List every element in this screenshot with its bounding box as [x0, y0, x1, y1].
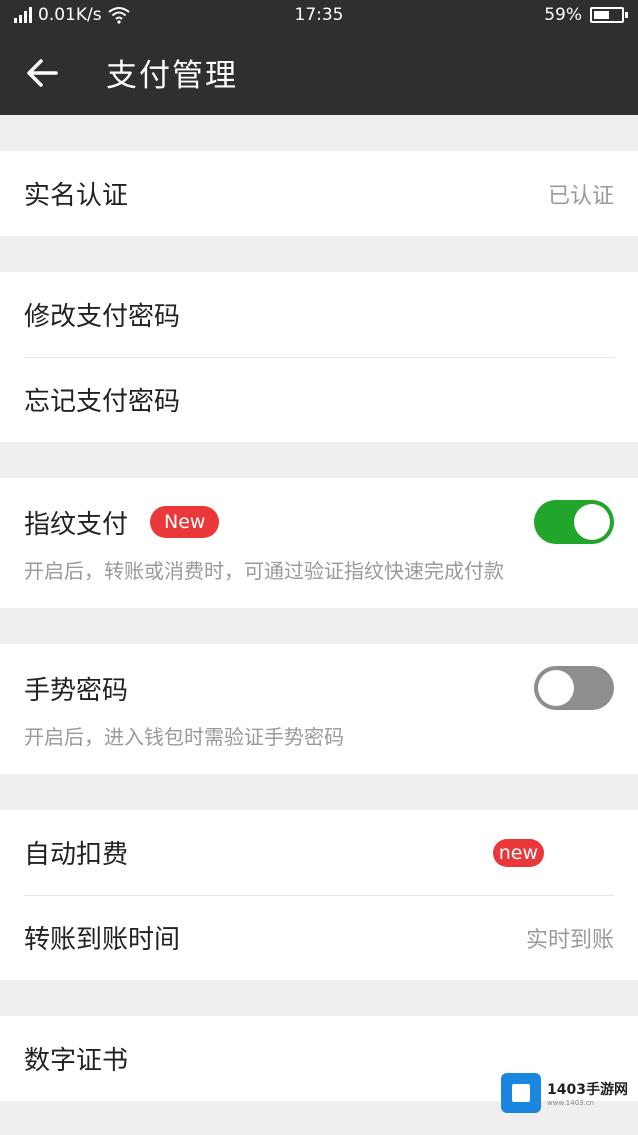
forgot-password-label: 忘记支付密码	[24, 387, 181, 417]
status-left: 0.01K/s	[14, 5, 130, 25]
page-title: 支付管理	[106, 58, 238, 94]
gesture-head: 手势密码	[24, 664, 614, 712]
watermark: 1403手游网 www.1403.cn	[501, 1073, 628, 1113]
transfer-time-value: 实时到账	[525, 927, 614, 953]
transfer-time-label: 转账到账时间	[24, 925, 181, 955]
arrow-left-icon	[27, 58, 58, 87]
gesture-password-row: 手势密码 开启后，进入钱包时需验证手势密码	[0, 644, 638, 774]
group-fingerprint: 指纹支付 New 开启后，转账或消费时，可通过验证指纹快速完成付款	[0, 478, 638, 608]
status-bar: 0.01K/s 17:35 59%	[0, 0, 638, 30]
group-gesture: 手势密码 开启后，进入钱包时需验证手势密码	[0, 644, 638, 774]
network-speed: 0.01K/s	[38, 5, 102, 25]
status-right: 59%	[544, 5, 628, 25]
status-time: 17:35	[294, 5, 344, 25]
app-bar: 支付管理	[0, 30, 638, 115]
battery-fill	[594, 11, 610, 19]
toggle-knob	[538, 670, 574, 706]
battery-icon	[590, 7, 628, 23]
group-password: 修改支付密码 忘记支付密码	[0, 272, 638, 442]
transfer-time-row[interactable]: 转账到账时间 实时到账	[0, 895, 638, 980]
gesture-label: 手势密码	[24, 675, 129, 706]
fingerprint-head: 指纹支付 New	[24, 498, 614, 546]
auto-deduction-label: 自动扣费	[24, 840, 129, 870]
back-button[interactable]	[0, 30, 84, 115]
watermark-subtitle: www.1403.cn	[547, 1099, 595, 1107]
real-name-verification-row[interactable]: 实名认证 已认证	[0, 151, 638, 236]
fingerprint-payment-row: 指纹支付 New 开启后，转账或消费时，可通过验证指纹快速完成付款	[0, 478, 638, 608]
real-name-label: 实名认证	[24, 181, 129, 211]
digital-certificate-label: 数字证书	[24, 1046, 129, 1076]
forgot-password-row[interactable]: 忘记支付密码	[0, 357, 638, 442]
auto-deduction-row[interactable]: 自动扣费 new	[0, 810, 638, 895]
gesture-description: 开启后，进入钱包时需验证手势密码	[24, 725, 344, 749]
change-password-row[interactable]: 修改支付密码	[0, 272, 638, 357]
gesture-toggle[interactable]	[534, 666, 614, 710]
watermark-logo-icon	[501, 1073, 542, 1113]
group-verification: 实名认证 已认证	[0, 151, 638, 236]
change-password-label: 修改支付密码	[24, 302, 181, 332]
fingerprint-label: 指纹支付	[24, 509, 129, 540]
battery-percent: 59%	[544, 5, 582, 25]
fingerprint-toggle[interactable]	[534, 500, 614, 544]
watermark-title: 1403手游网	[547, 1082, 628, 1098]
watermark-text: 1403手游网 www.1403.cn	[547, 1079, 628, 1107]
new-badge: new	[492, 838, 544, 867]
toggle-knob	[574, 504, 610, 540]
wifi-icon	[107, 7, 130, 24]
group-billing: 自动扣费 new 转账到账时间 实时到账	[0, 810, 638, 980]
fingerprint-description: 开启后，转账或消费时，可通过验证指纹快速完成付款	[24, 559, 504, 583]
verification-status: 已认证	[547, 183, 614, 209]
signal-icon	[14, 7, 32, 23]
new-badge: New	[150, 506, 220, 538]
